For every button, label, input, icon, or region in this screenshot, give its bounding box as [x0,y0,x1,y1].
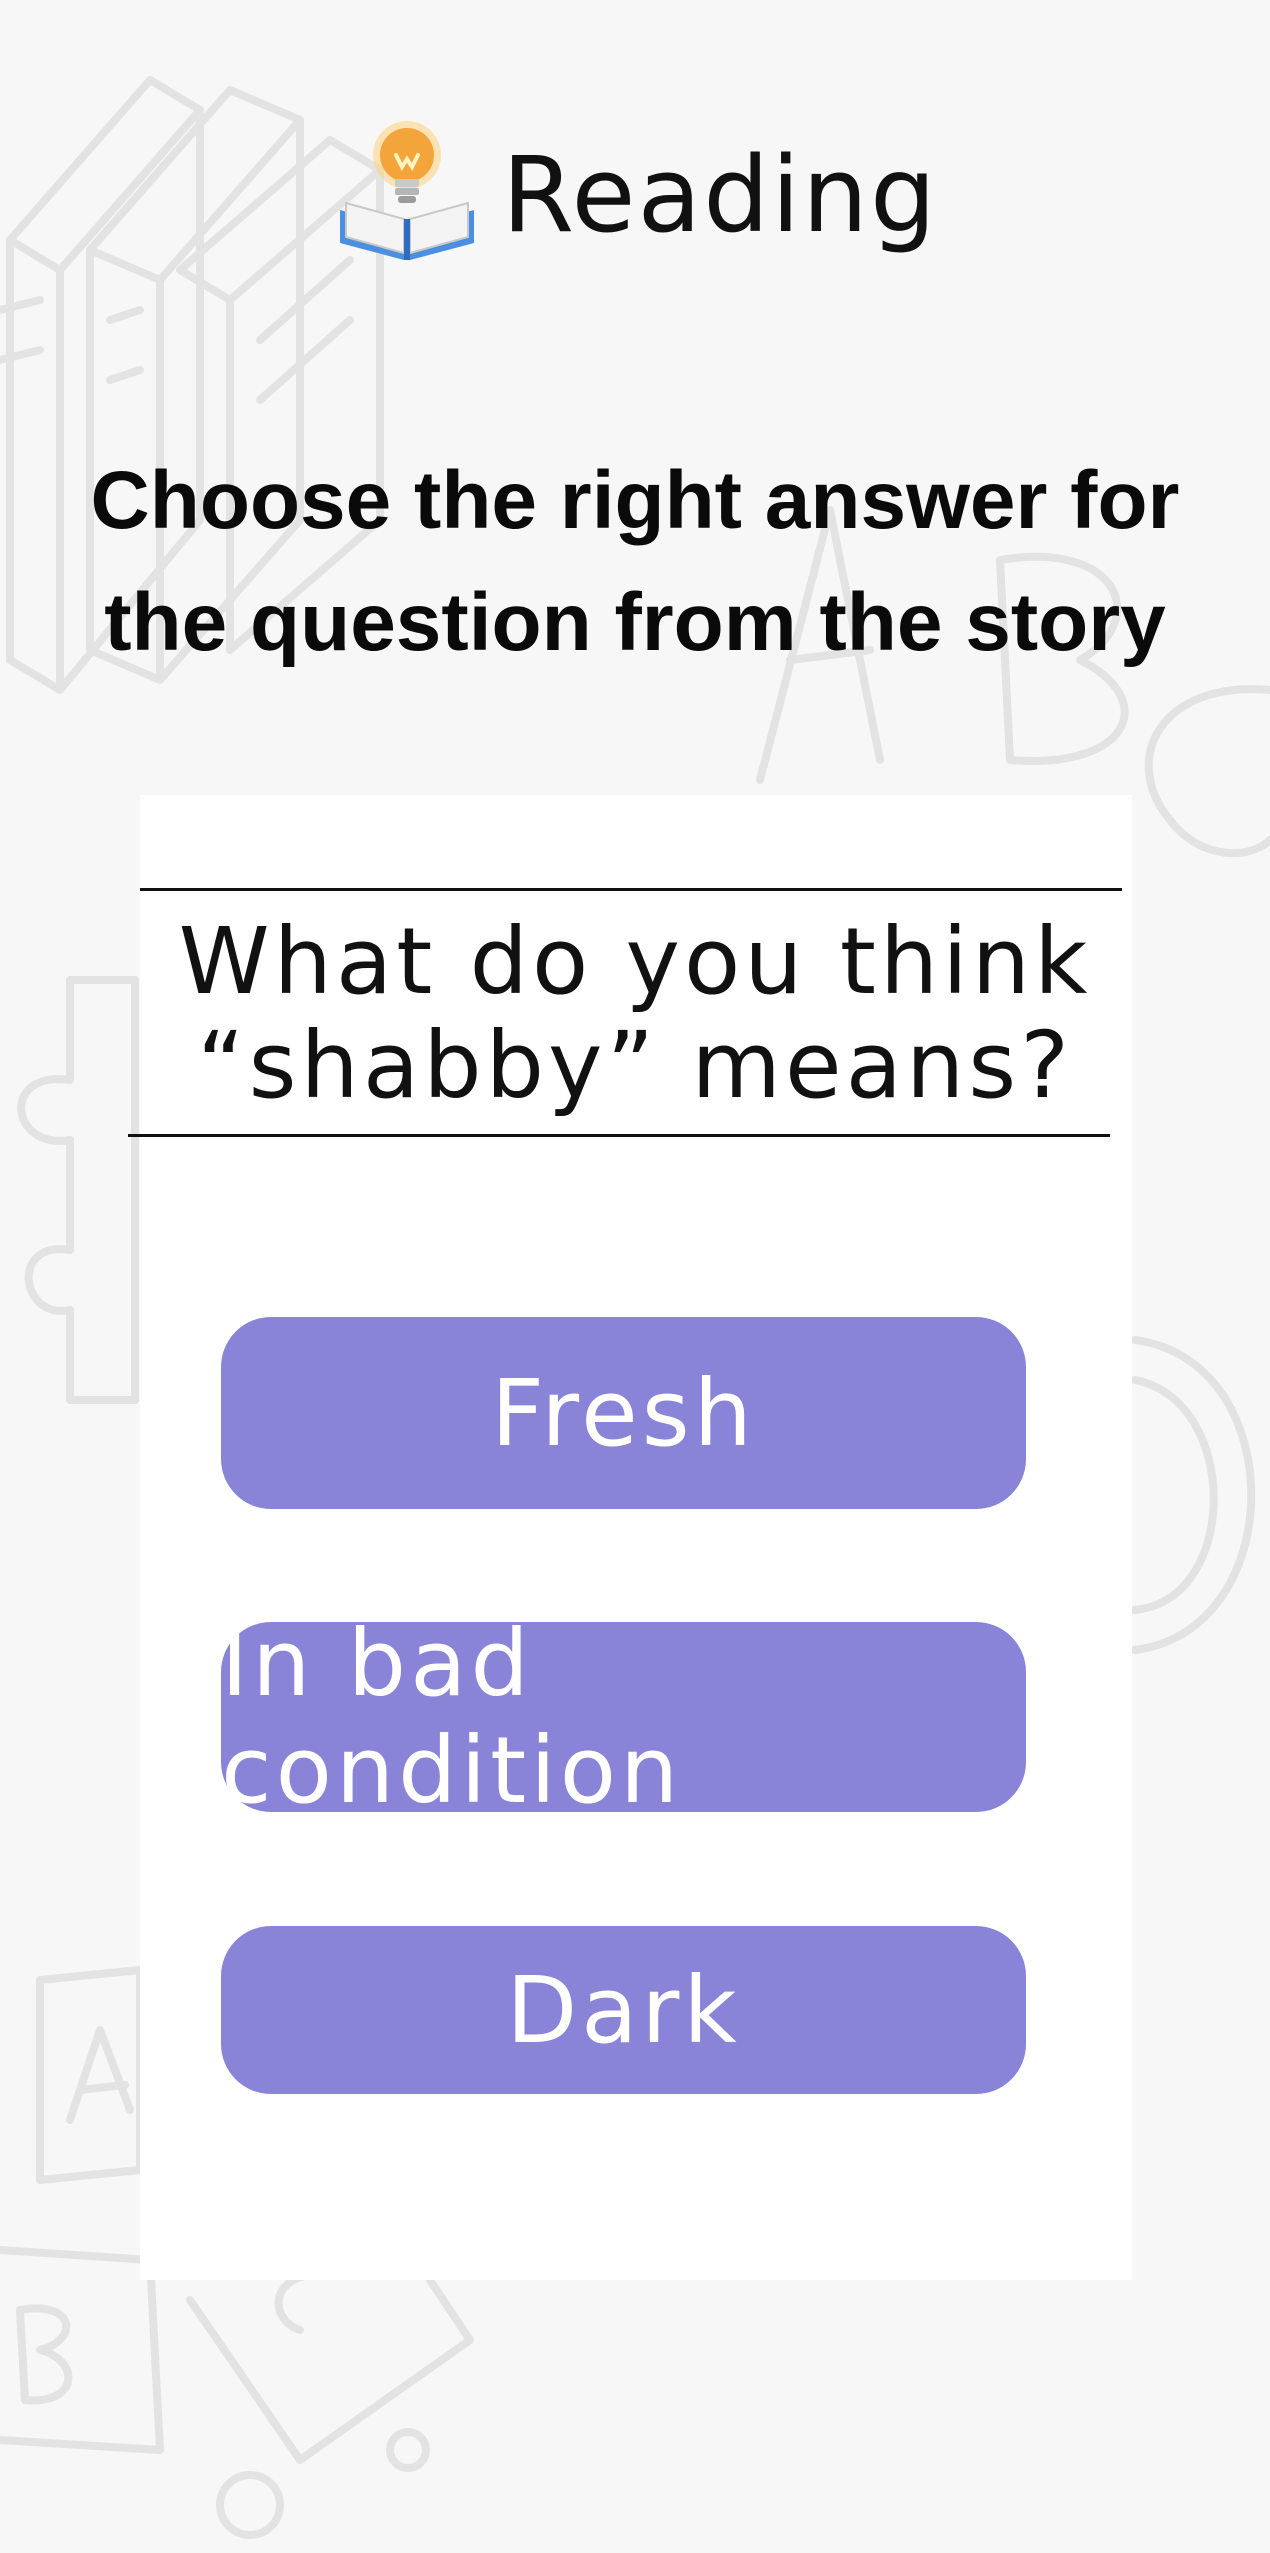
answer-option-in-bad-condition[interactable]: In bad condition [221,1610,1026,1824]
question-bottom-divider [128,1134,1110,1137]
question-top-divider [140,888,1122,891]
header: Reading [0,110,1270,280]
answer-option-label: In bad condition [221,1610,683,1824]
page-title: Reading [501,134,939,256]
question-line-2: “shabby” means? [196,1012,1074,1119]
answer-option-label: Dark [506,1956,741,2064]
answer-option-fresh[interactable]: Fresh [221,1317,1026,1509]
lightbulb-book-icon [339,121,474,260]
answer-option-label: Fresh [491,1359,756,1467]
answer-option-dark[interactable]: Dark [221,1926,1026,2094]
question-line-1: What do you think [178,908,1092,1015]
question-text: What do you think “shabby” means? [0,910,1270,1118]
arcs-doodle-icon [1131,1336,1256,1654]
instruction-text: Choose the right answer for the question… [90,455,1180,668]
